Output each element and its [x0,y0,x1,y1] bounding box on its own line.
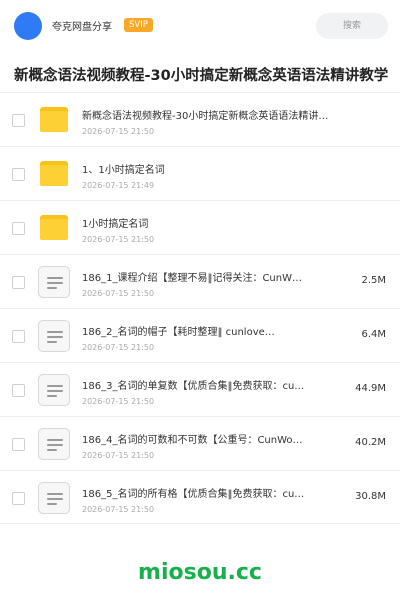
file-date: 2026-07-15 21:50 [82,235,155,244]
document-icon [38,266,70,298]
file-size: 2.5M [361,275,386,286]
file-size: 40.2M [355,437,386,448]
file-list: 新概念语法视频教程-30小时搞定新概念英语语法精讲… 2026-07-15 21:… [0,92,400,524]
select-checkbox[interactable] [12,492,25,505]
select-checkbox[interactable] [12,438,25,451]
file-row[interactable]: 186_5_名词的所有格【优质合集‖免费获取：cu… 2026-07-15 21:… [0,470,400,524]
select-checkbox[interactable] [12,384,25,397]
watermark: miosou.cc [138,560,262,585]
file-row[interactable]: 186_2_名词的帽子【耗时整理‖ cunlove… 2026-07-15 21:… [0,308,400,362]
page-title: 新概念语法视频教程-30小时搞定新概念英语语法精讲教学 [14,68,389,84]
document-icon [38,320,70,352]
file-date: 2026-07-15 21:50 [82,289,155,298]
avatar[interactable] [14,12,42,40]
select-checkbox[interactable] [12,114,25,127]
file-date: 2026-07-15 21:50 [82,451,155,460]
folder-row[interactable]: 新概念语法视频教程-30小时搞定新概念英语语法精讲… 2026-07-15 21:… [0,92,400,146]
file-size: 30.8M [355,491,386,502]
file-date: 2026-07-15 21:50 [82,127,155,136]
file-name: 186_4_名词的可数和不可数【公重号：CunWo… [82,435,303,446]
file-row[interactable]: 186_4_名词的可数和不可数【公重号：CunWo… 2026-07-15 21:… [0,416,400,470]
folder-row[interactable]: 1小时搞定名词 2026-07-15 21:50 [0,200,400,254]
search-button[interactable]: 搜索 [316,13,388,39]
file-date: 2026-07-15 21:50 [82,343,155,352]
file-row[interactable]: 186_3_名词的单复数【优质合集‖免费获取：cu… 2026-07-15 21:… [0,362,400,416]
folder-icon [38,158,70,190]
file-date: 2026-07-15 21:49 [82,181,155,190]
top-header: 夸克网盘分享 SVIP 搜索 [0,0,400,52]
select-checkbox[interactable] [12,222,25,235]
document-icon [38,374,70,406]
file-name: 186_3_名词的单复数【优质合集‖免费获取：cu… [82,381,305,392]
folder-icon [38,104,70,136]
file-date: 2026-07-15 21:50 [82,397,155,406]
file-name: 186_1_课程介绍【整理不易‖记得关注：CunW… [82,273,302,284]
file-size: 44.9M [355,383,386,394]
file-name: 1、1小时搞定名词 [82,165,165,176]
document-icon [38,482,70,514]
folder-row[interactable]: 1、1小时搞定名词 2026-07-15 21:49 [0,146,400,200]
select-checkbox[interactable] [12,330,25,343]
file-name: 186_5_名词的所有格【优质合集‖免费获取：cu… [82,489,305,500]
svip-badge: SVIP [124,18,153,32]
document-icon [38,428,70,460]
select-checkbox[interactable] [12,168,25,181]
file-name: 186_2_名词的帽子【耗时整理‖ cunlove… [82,327,275,338]
brand-name: 夸克网盘分享 [52,22,112,33]
file-size: 6.4M [361,329,386,340]
select-checkbox[interactable] [12,276,25,289]
folder-icon [38,212,70,244]
file-name: 1小时搞定名词 [82,219,149,230]
file-row[interactable]: 186_1_课程介绍【整理不易‖记得关注：CunW… 2026-07-15 21:… [0,254,400,308]
file-name: 新概念语法视频教程-30小时搞定新概念英语语法精讲… [82,111,329,122]
file-date: 2026-07-15 21:50 [82,505,155,514]
